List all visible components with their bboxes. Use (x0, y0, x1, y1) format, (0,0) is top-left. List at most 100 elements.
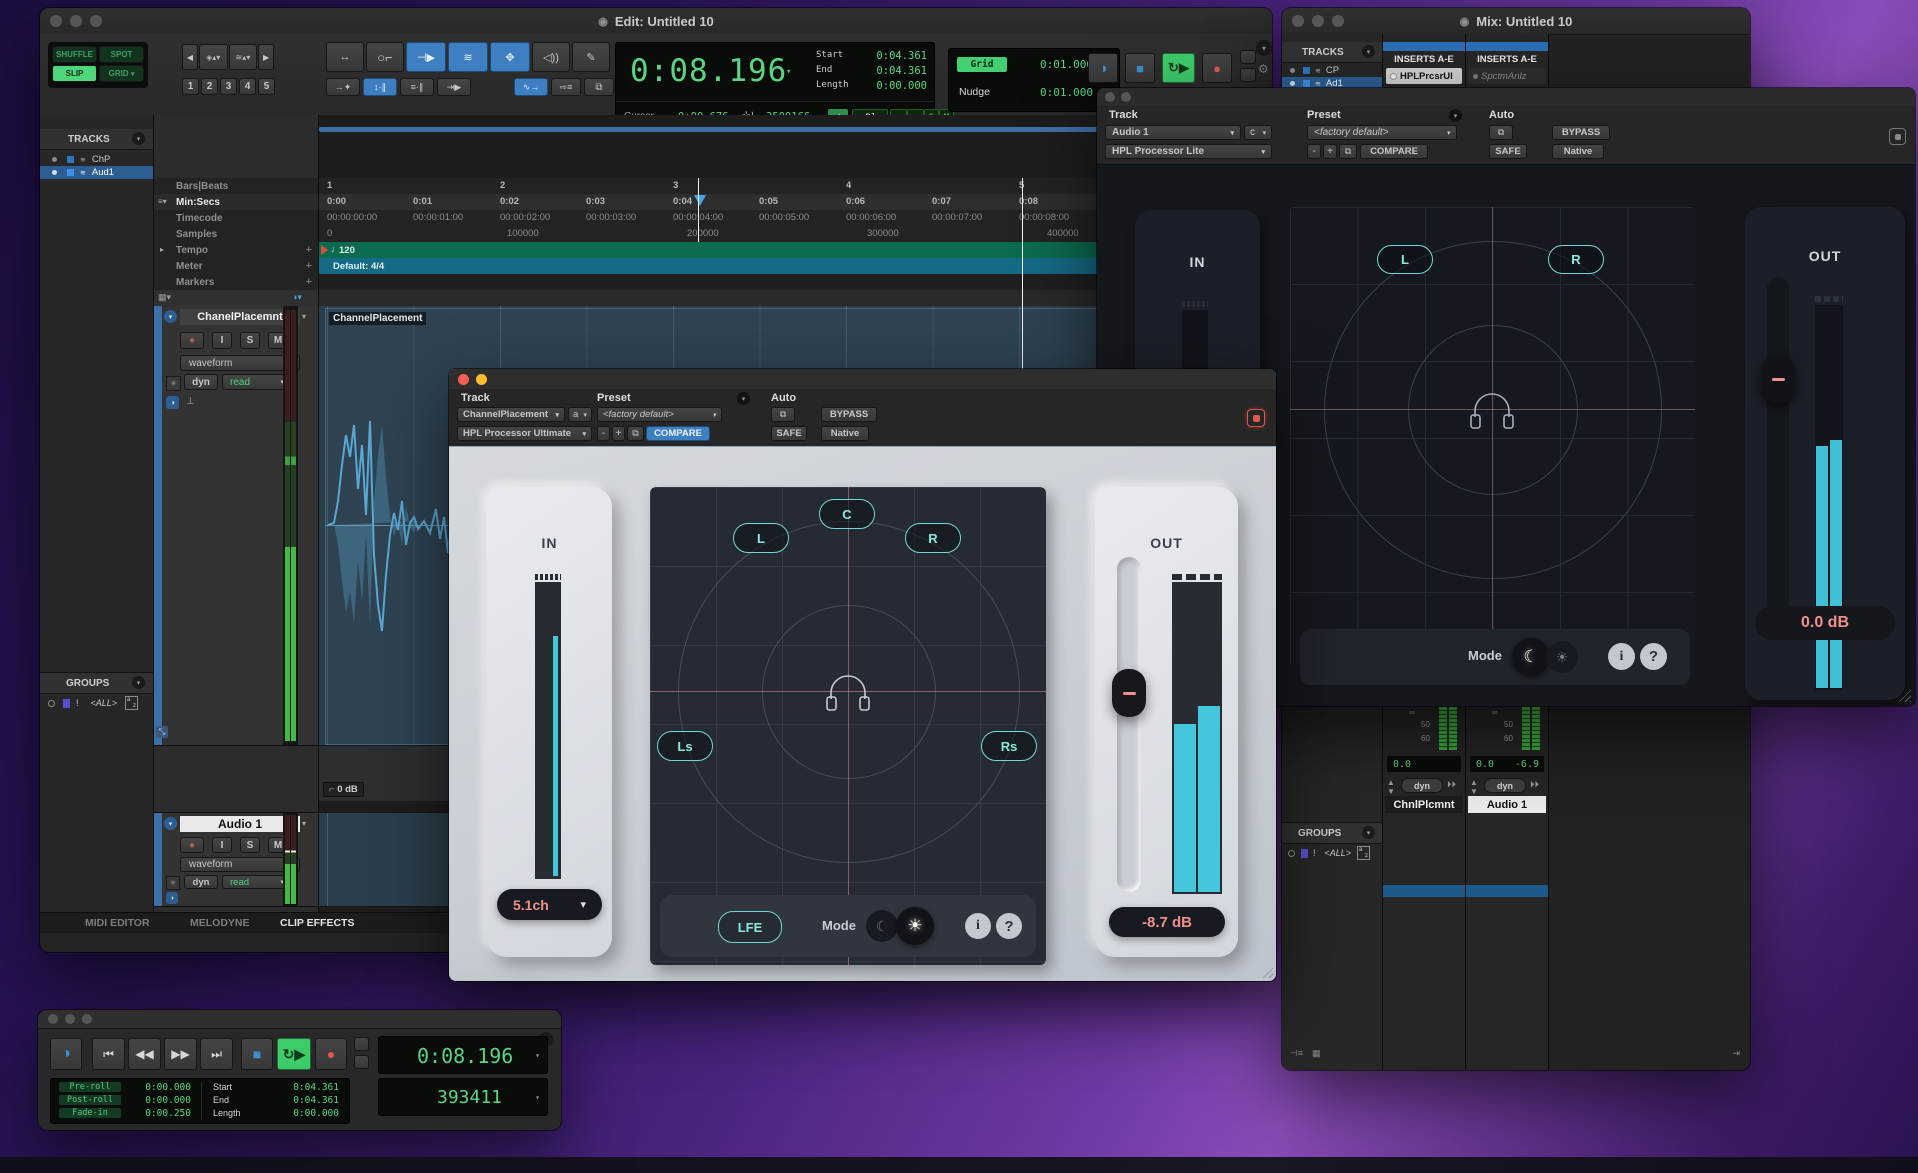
speaker-l-pill[interactable]: L (733, 523, 789, 553)
ultimate-bypass-button[interactable]: BYPASS (821, 407, 877, 422)
meter-add-button[interactable]: + (306, 260, 312, 272)
track2-metering-icon[interactable]: ◑ (166, 892, 178, 904)
layered-editing-button[interactable]: ⇨≡ (551, 78, 581, 96)
zoom-window-icon[interactable] (90, 15, 102, 27)
zoom-preset-5[interactable]: 5 (258, 78, 275, 95)
track1-automation-selector[interactable]: read▾ (222, 374, 292, 390)
track2-record-button[interactable]: ● (180, 837, 204, 853)
track2-dyn-button[interactable]: dyn (184, 875, 218, 889)
go-to-start-button[interactable]: ⏮ (92, 1038, 125, 1070)
light-mode-button[interactable]: ☀ (896, 907, 934, 945)
track-enable-dot[interactable] (52, 157, 57, 162)
lite-native-button[interactable]: Native (1552, 144, 1604, 159)
lite-traffic-lights[interactable] (1105, 92, 1131, 102)
mix-tracks-header[interactable]: TRACKS ▾ (1282, 42, 1382, 63)
counter-chevron[interactable]: ▾ (535, 1051, 540, 1060)
fadein-value[interactable]: 0:00.250 (129, 1108, 191, 1119)
track2-input-button[interactable]: I (212, 837, 232, 853)
grid-value-label[interactable]: Grid (957, 57, 1007, 72)
lite-compare-button[interactable]: COMPARE (1360, 144, 1428, 159)
smart-tool-button[interactable]: ✥ (490, 42, 530, 72)
go-to-end-button[interactable]: ⏭ (200, 1038, 233, 1070)
ruler-label-bars[interactable]: Bars|Beats (154, 178, 318, 195)
play-button[interactable]: ↻▶ (1162, 53, 1195, 83)
grabber-tool-button[interactable]: ≋ (448, 42, 488, 72)
info-button[interactable]: i (1608, 643, 1635, 670)
tracks-panel-chevron[interactable]: ▾ (132, 132, 145, 145)
insert-power-dot[interactable] (1390, 72, 1397, 80)
zoom-preset-2[interactable]: 2 (201, 78, 218, 95)
tempo-expander-icon[interactable]: ▸ (160, 245, 164, 254)
lite-preset-save-icon[interactable]: ⧉ (1339, 144, 1357, 159)
group-name[interactable]: <ALL> (91, 698, 118, 708)
link-track-button[interactable]: ≡·∥ (400, 78, 434, 96)
ruler-view-icon[interactable]: ≡▾ (158, 197, 167, 206)
lite-out-fader-track[interactable] (1767, 277, 1789, 637)
close-icon[interactable] (48, 1014, 58, 1024)
track-name[interactable]: Aud1 (92, 167, 114, 178)
tab-to-transient-button[interactable]: →✦ (326, 78, 360, 96)
groups-panel-chevron[interactable]: ▾ (132, 676, 145, 689)
track1-name-plate[interactable]: ChanelPlacemnt (180, 309, 300, 325)
speaker-r-pill[interactable]: R (1548, 245, 1604, 274)
ultimate-insert-position[interactable]: a ▾ (568, 407, 592, 422)
strip2-dyn-pill[interactable]: dyn (1484, 778, 1526, 793)
tab-clip-effects[interactable]: CLIP EFFECTS (280, 917, 354, 929)
end-value[interactable]: 0:04.361 (267, 1095, 339, 1106)
metronome-button[interactable]: ◑ (1088, 53, 1118, 83)
speaker-r-pill[interactable]: R (905, 523, 961, 553)
track2-elastic-icon[interactable]: ✳ (166, 876, 180, 890)
groups-panel-header[interactable]: GROUPS ▾ (40, 672, 153, 694)
track-name[interactable]: CP (1326, 65, 1339, 76)
ruler-label-samples[interactable]: Samples (154, 226, 318, 243)
zoom-preset-1[interactable]: 1 (182, 78, 199, 95)
timeline-scrollbar[interactable] (319, 127, 1131, 132)
track1-freeze-icon[interactable]: ▾ (164, 310, 177, 323)
mix-groups-chevron[interactable]: ▾ (1362, 826, 1375, 839)
mirrored-midi-button[interactable]: ⧉ (584, 78, 614, 96)
ultimate-preset-selector[interactable]: <factory default> ▾ (597, 407, 722, 422)
postroll-value[interactable]: 0:00.000 (129, 1095, 191, 1106)
lite-insert-position[interactable]: c ▾ (1244, 125, 1272, 140)
channel-format-selector[interactable]: 5.1ch ▾ (497, 889, 602, 920)
tab-melodyne[interactable]: MELODYNE (190, 917, 250, 929)
zoom-window-icon[interactable] (1332, 15, 1344, 27)
main-counter-chevron[interactable]: ▾ (786, 67, 791, 77)
mix-footer-grid-icon[interactable]: ▦ (1312, 1048, 1321, 1059)
toolbar-chevron-button[interactable]: ▾ (1256, 40, 1272, 56)
zoom-preset-3[interactable]: 3 (220, 78, 237, 95)
track-list-row-aud1[interactable]: ≋ Aud1 (40, 166, 153, 179)
track1-record-button[interactable]: ● (180, 332, 204, 349)
rewind-button[interactable]: ◀◀ (128, 1038, 161, 1070)
samples-chevron[interactable]: ▾ (535, 1093, 540, 1102)
mix-footer-right-icon[interactable]: ⇥ (1732, 1048, 1740, 1059)
scrubber-tool-button[interactable]: ◁)) (532, 42, 570, 72)
lite-auto-enable-button[interactable]: ⧉ (1489, 125, 1513, 140)
mode-slip-button[interactable]: SLIP (52, 65, 97, 82)
mix-track-row-cp[interactable]: ≋ CP (1282, 64, 1382, 77)
length-value[interactable]: 0:00.000 (267, 1108, 339, 1119)
close-icon[interactable] (50, 15, 62, 27)
track2-name-chevron[interactable]: ▾ (302, 819, 306, 828)
lite-out-fader-knob[interactable] (1761, 355, 1795, 403)
ultimate-preset-next-button[interactable]: + (612, 426, 625, 441)
dark-mode-button[interactable]: ☾ (1512, 638, 1550, 676)
lite-preset-selector[interactable]: <factory default> ▾ (1307, 125, 1457, 140)
lite-track-selector[interactable]: Audio 1 ▾ (1105, 125, 1241, 140)
zoom-preset-4[interactable]: 4 (239, 78, 256, 95)
tempo-add-button[interactable]: + (306, 244, 312, 256)
track1-view-selector[interactable]: waveform▾ (180, 355, 300, 371)
dark-mode-button[interactable]: ☾ (866, 910, 898, 942)
track1-dyn-button[interactable]: dyn (184, 374, 218, 390)
zoom-window-icon[interactable] (82, 1014, 92, 1024)
resize-handle-icon[interactable] (1260, 965, 1273, 978)
track2-freeze-icon[interactable]: ▾ (164, 817, 177, 830)
mix-tracks-chevron[interactable]: ▾ (1362, 45, 1375, 58)
ultimate-track-selector[interactable]: ChannelPlacement ▾ (457, 407, 565, 422)
lite-title-bar[interactable] (1097, 88, 1915, 107)
transport-extra-bottom-button[interactable] (354, 1055, 369, 1069)
ultimate-compare-button[interactable]: COMPARE (646, 426, 710, 441)
ultimate-target-button[interactable] (1247, 409, 1265, 427)
track1-input-button[interactable]: I (212, 332, 232, 349)
pencil-tool-button[interactable]: ✎ (572, 42, 610, 72)
